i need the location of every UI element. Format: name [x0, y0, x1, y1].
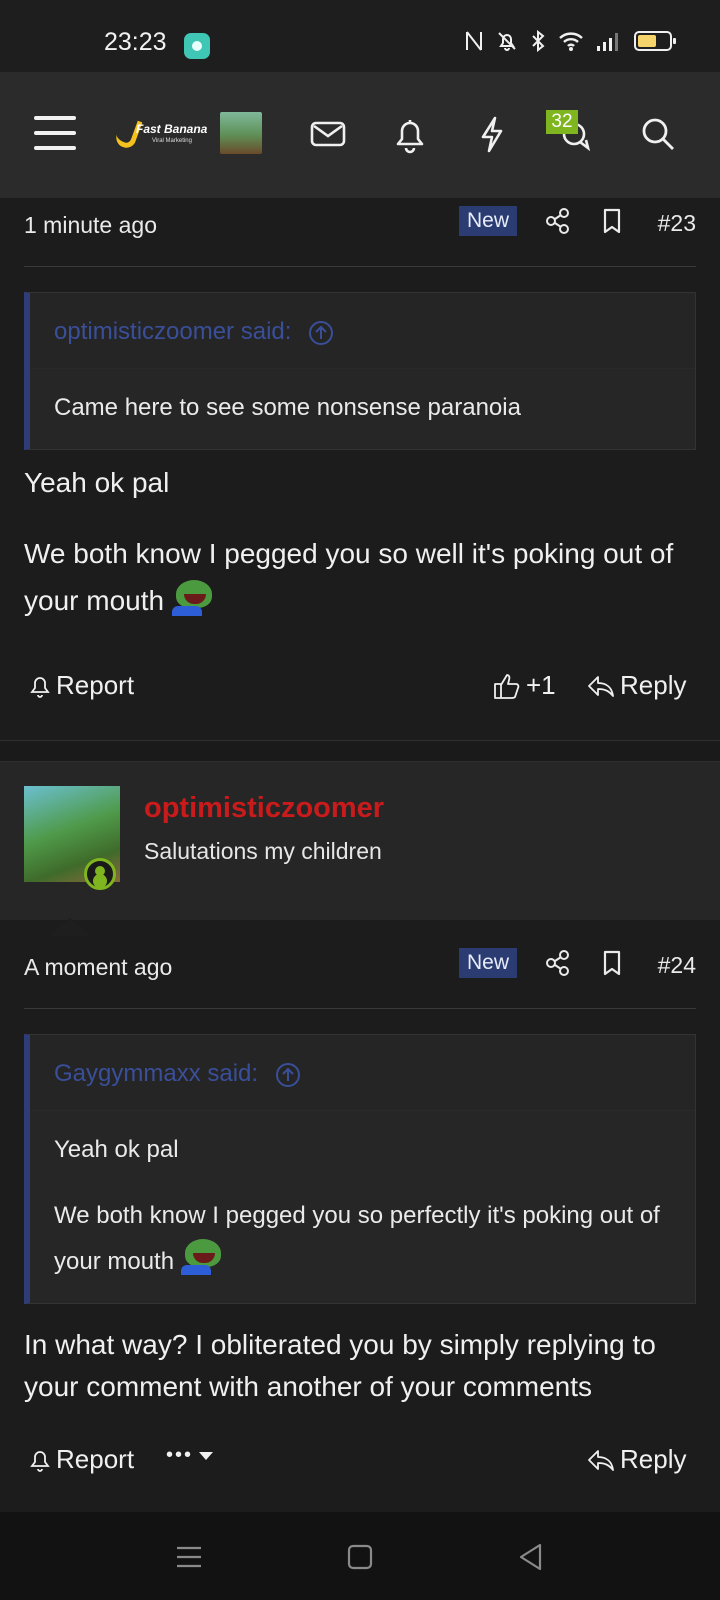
bookmark-icon[interactable] — [597, 206, 627, 236]
quote-header: optimisticzoomer said: — [30, 293, 695, 369]
reply-label: Reply — [620, 1444, 687, 1474]
post-number[interactable]: #24 — [658, 952, 696, 979]
post-user-block: optimisticzoomer Salutations my children — [0, 762, 720, 936]
share-icon[interactable] — [543, 948, 573, 978]
search-icon[interactable] — [636, 112, 680, 156]
post-meta: 1 minute ago New #23 — [24, 206, 696, 246]
quote-body: Came here to see some nonsense paranoia — [30, 369, 695, 450]
new-badge: New — [459, 948, 517, 978]
more-label: ••• — [166, 1444, 194, 1466]
reply-label: Reply — [620, 670, 687, 700]
post-actions: Report +1 Reply — [24, 670, 696, 710]
menu-icon[interactable] — [34, 116, 76, 150]
recent-apps-icon[interactable] — [172, 1540, 206, 1574]
bell-icon — [30, 1450, 50, 1472]
username[interactable]: optimisticzoomer — [144, 792, 384, 825]
reply-button[interactable]: Reply — [586, 670, 686, 701]
mute-icon — [498, 32, 516, 51]
share-icon[interactable] — [543, 206, 573, 236]
report-button[interactable]: Report — [28, 670, 134, 701]
post-separator — [0, 740, 720, 762]
bell-icon[interactable] — [388, 112, 432, 156]
reply-icon — [588, 675, 614, 697]
quote-author-label: Gaygymmaxx said: — [54, 1060, 259, 1087]
bookmark-icon[interactable] — [597, 948, 627, 978]
quote-block: optimisticzoomer said: Came here to see … — [24, 292, 696, 451]
quote-header: Gaygymmaxx said: — [30, 1035, 695, 1111]
post-time[interactable]: 1 minute ago — [24, 212, 157, 239]
system-nav-bar — [0, 1512, 720, 1600]
post-paragraph: We both know I pegged you so well it's p… — [24, 531, 704, 625]
like-button[interactable]: +1 — [492, 670, 556, 701]
divider — [24, 1008, 696, 1009]
quote-author-label: optimisticzoomer said: — [54, 318, 292, 345]
notification-count-badge: 32 — [546, 110, 578, 134]
report-label: Report — [56, 1444, 135, 1474]
post-body: In what way? I obliterated you by simply… — [24, 1324, 704, 1408]
pepe-laugh-emoji-icon — [180, 1239, 223, 1276]
mail-icon[interactable] — [306, 112, 350, 156]
bluetooth-icon — [532, 30, 545, 52]
logo-text: Fast Banana — [136, 122, 208, 136]
user-title: Salutations my children — [144, 838, 382, 864]
quote-line-text: We both know I pegged you so perfectly i… — [54, 1202, 660, 1276]
report-label: Report — [56, 670, 135, 700]
back-icon[interactable] — [514, 1540, 548, 1574]
post-meta: A moment ago New #24 — [24, 948, 696, 988]
logo-subtext: Viral Marketing — [152, 138, 192, 144]
signal-icon — [597, 33, 618, 51]
status-icons — [464, 30, 676, 52]
quote-author[interactable]: Gaygymmaxx said: — [54, 1060, 301, 1088]
pepe-laugh-emoji-icon — [171, 579, 214, 616]
online-status-icon — [84, 858, 116, 890]
post-paragraph-text: We both know I pegged you so well it's p… — [24, 537, 674, 616]
battery-icon — [634, 31, 676, 51]
quote-body: Yeah ok pal We both know I pegged you so… — [30, 1111, 695, 1304]
arrow-up-circle-icon[interactable] — [275, 1062, 301, 1088]
wifi-icon — [559, 32, 583, 51]
quote-block: Gaygymmaxx said: Yeah ok pal We both kno… — [24, 1034, 696, 1305]
arrow-up-circle-icon[interactable] — [308, 320, 334, 346]
lightning-icon[interactable] — [470, 112, 514, 156]
quote-line: Yeah ok pal — [54, 1136, 179, 1163]
bell-icon — [30, 676, 50, 698]
post-actions: Report ••• Reply — [24, 1444, 696, 1484]
more-options-button[interactable]: ••• — [166, 1444, 215, 1467]
thumbs-up-icon — [494, 673, 520, 699]
reply-icon — [588, 1449, 614, 1471]
app-header: Fast Banana Viral Marketing 32 — [0, 72, 720, 198]
divider — [24, 266, 696, 267]
report-button[interactable]: Report — [28, 1444, 134, 1475]
home-icon[interactable] — [343, 1540, 377, 1574]
new-badge: New — [459, 206, 517, 236]
status-bar: 23:23 — [0, 0, 720, 72]
post-number[interactable]: #23 — [658, 210, 696, 237]
site-logo[interactable]: Fast Banana Viral Marketing — [113, 115, 207, 151]
post-time[interactable]: A moment ago — [24, 954, 172, 981]
reply-button[interactable]: Reply — [586, 1444, 686, 1475]
post-paragraph: In what way? I obliterated you by simply… — [24, 1329, 656, 1402]
nfc-icon — [466, 31, 482, 51]
message-pointer — [50, 918, 90, 936]
quote-line: We both know I pegged you so perfectly i… — [54, 1193, 671, 1285]
app-notification-icon — [184, 33, 210, 59]
like-count: +1 — [526, 670, 556, 700]
quote-author[interactable]: optimisticzoomer said: — [54, 318, 334, 346]
account-avatar[interactable] — [220, 112, 262, 154]
post-body: Yeah ok pal We both know I pegged you so… — [24, 460, 704, 624]
chevron-down-icon — [199, 1451, 214, 1460]
post-paragraph: Yeah ok pal — [24, 467, 170, 498]
quote-line: Came here to see some nonsense paranoia — [54, 394, 521, 421]
status-time: 23:23 — [104, 28, 167, 56]
